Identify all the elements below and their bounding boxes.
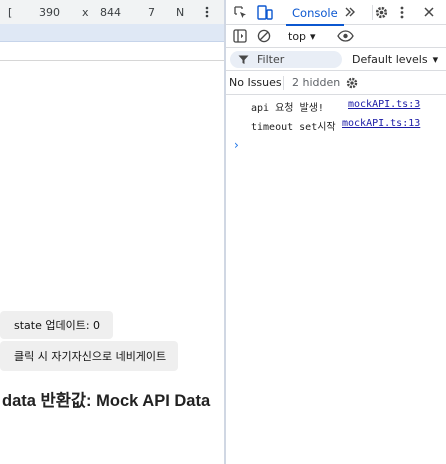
more-options-vertical-icon[interactable] — [400, 6, 404, 19]
width-input[interactable]: 390 — [39, 6, 60, 19]
console-toolbar: top ▾ — [226, 25, 446, 48]
console-message-text: api 요청 발생! — [251, 103, 324, 114]
context-select-label: top — [288, 30, 307, 43]
self-navigate-button[interactable]: 클릭 시 자기자신으로 네비게이트 — [0, 341, 178, 371]
clear-console-icon[interactable] — [257, 29, 271, 43]
filter-input[interactable]: Filter — [230, 51, 342, 68]
console-source-link[interactable]: mockAPI.ts:13 — [342, 118, 420, 129]
chevron-down-icon: ▾ — [310, 30, 316, 43]
ruler-divider — [0, 60, 224, 61]
filter-placeholder: Filter — [257, 53, 285, 66]
more-options-icon[interactable] — [205, 6, 209, 18]
issues-bar: No Issues 2 hidden — [226, 71, 446, 95]
media-query-ruler[interactable] — [0, 24, 224, 42]
issues-separator — [283, 76, 284, 90]
more-tabs-icon[interactable] — [344, 6, 356, 18]
console-message-text: timeout set시작 — [251, 122, 336, 133]
devtools-panel: Console top ▾ Filter Default levels ▾ No… — [226, 0, 446, 464]
sidebar-toggle-icon[interactable] — [233, 29, 247, 43]
console-message: timeout set시작 mockAPI.ts:13 — [226, 114, 446, 136]
live-expression-eye-icon[interactable] — [337, 29, 354, 43]
console-source-link[interactable]: mockAPI.ts:3 — [348, 99, 420, 110]
settings-gear-icon[interactable] — [374, 5, 389, 20]
height-input[interactable]: 844 — [100, 6, 121, 19]
device-select[interactable]: [ — [8, 6, 12, 19]
close-devtools-icon[interactable] — [423, 6, 435, 18]
log-levels-select[interactable]: Default levels ▾ — [352, 51, 438, 68]
console-settings-gear-icon[interactable] — [345, 76, 359, 90]
hidden-messages-count: 2 hidden — [292, 76, 341, 89]
filter-funnel-icon — [238, 55, 249, 65]
filter-bar: Filter Default levels ▾ — [226, 48, 446, 71]
device-viewport: [ 390 x 844 7 N state 업데이트: 0 클릭 시 자기자신으… — [0, 0, 224, 464]
device-toolbar: [ 390 x 844 7 N — [0, 0, 224, 24]
dimension-times-label: x — [82, 6, 89, 19]
chevron-down-icon: ▾ — [432, 53, 439, 66]
inspect-element-icon[interactable] — [233, 5, 248, 20]
tabbar-separator — [372, 5, 373, 20]
device-toolbar-icon[interactable] — [257, 5, 273, 20]
console-prompt-icon[interactable]: › — [234, 138, 239, 152]
throttle-select[interactable]: N — [176, 6, 184, 19]
no-issues-label[interactable]: No Issues — [229, 76, 282, 89]
context-select[interactable]: top ▾ — [288, 28, 316, 45]
log-levels-label: Default levels — [352, 53, 428, 66]
zoom-select[interactable]: 7 — [148, 6, 155, 19]
state-update-button[interactable]: state 업데이트: 0 — [0, 311, 113, 339]
tab-console[interactable]: Console — [286, 0, 344, 26]
data-result-heading: data 반환값: Mock API Data — [2, 392, 211, 410]
devtools-tabbar: Console — [226, 0, 446, 26]
